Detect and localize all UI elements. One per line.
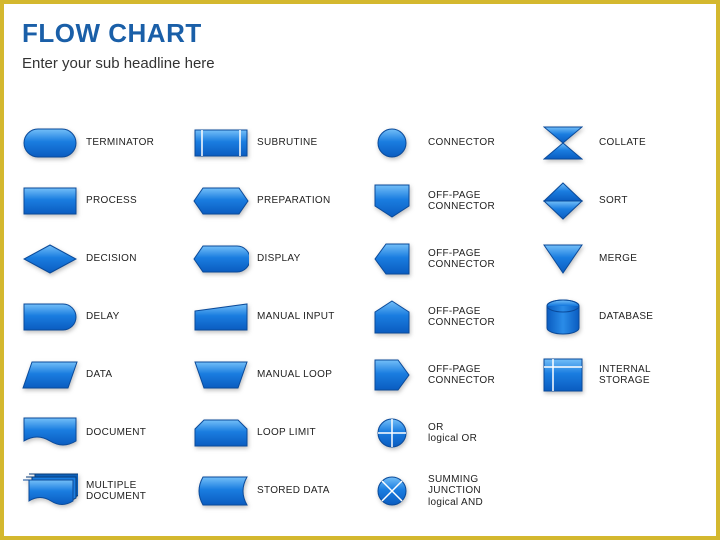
shape-grid: TERMINATOR SUBRUTINE CONNECTOR COLLATE PROCE… — [22, 120, 698, 514]
document-icon — [22, 415, 78, 451]
shape-label: DOCUMENT — [86, 427, 146, 439]
shape-cell: COLLATE — [535, 120, 698, 166]
shape-cell: SUMMING JUNCTION logical AND — [364, 468, 527, 514]
shape-label: MERGE — [599, 253, 637, 265]
shape-cell: OFF-PAGE CONNECTOR — [364, 294, 527, 340]
shape-cell: MULTIPLE DOCUMENT — [22, 468, 185, 514]
shape-cell — [535, 468, 698, 514]
shape-cell: DATABASE — [535, 294, 698, 340]
shape-label: DECISION — [86, 253, 137, 265]
shape-cell: STORED DATA — [193, 468, 356, 514]
shape-cell: DECISION — [22, 236, 185, 282]
shape-cell — [535, 410, 698, 456]
database-icon — [535, 299, 591, 335]
shape-cell: MANUAL LOOP — [193, 352, 356, 398]
subroutine-icon — [193, 125, 249, 161]
shape-label: COLLATE — [599, 137, 646, 149]
shape-cell: CONNECTOR — [364, 120, 527, 166]
sumjunction-icon — [364, 473, 420, 509]
shape-cell: DELAY — [22, 294, 185, 340]
connector-icon — [364, 125, 420, 161]
shape-cell: SORT — [535, 178, 698, 224]
shape-label: INTERNAL STORAGE — [599, 364, 698, 387]
offpage-up-icon — [364, 299, 420, 335]
offpage-left-icon — [364, 241, 420, 277]
shape-cell: SUBRUTINE — [193, 120, 356, 166]
shape-label: TERMINATOR — [86, 137, 154, 149]
shape-label: OFF-PAGE CONNECTOR — [428, 306, 527, 329]
manualinput-icon — [193, 299, 249, 335]
shape-cell: LOOP LIMIT — [193, 410, 356, 456]
shape-label: SUMMING JUNCTION logical AND — [428, 474, 527, 509]
shape-cell: DOCUMENT — [22, 410, 185, 456]
shape-label: DATABASE — [599, 311, 653, 323]
delay-icon — [22, 299, 78, 335]
data-icon — [22, 357, 78, 393]
shape-cell: PREPARATION — [193, 178, 356, 224]
shape-cell: MERGE — [535, 236, 698, 282]
looplimit-icon — [193, 415, 249, 451]
page-title: FLOW CHART — [22, 18, 698, 49]
shape-label: MULTIPLE DOCUMENT — [86, 480, 146, 503]
shape-label: SORT — [599, 195, 628, 207]
preparation-icon — [193, 183, 249, 219]
terminator-icon — [22, 125, 78, 161]
shape-label: OR logical OR — [428, 422, 477, 445]
shape-label: MANUAL LOOP — [257, 369, 332, 381]
shape-label: OFF-PAGE CONNECTOR — [428, 190, 527, 213]
shape-label: PREPARATION — [257, 195, 331, 207]
shape-label: MANUAL INPUT — [257, 311, 335, 323]
shape-label: PROCESS — [86, 195, 137, 207]
merge-icon — [535, 241, 591, 277]
storeddata-icon — [193, 473, 249, 509]
shape-label: OFF-PAGE CONNECTOR — [428, 364, 527, 387]
or-icon — [364, 415, 420, 451]
shape-label: OFF-PAGE CONNECTOR — [428, 248, 527, 271]
shape-cell: TERMINATOR — [22, 120, 185, 166]
shape-cell: PROCESS — [22, 178, 185, 224]
shape-label: CONNECTOR — [428, 137, 495, 149]
shape-label: DELAY — [86, 311, 120, 323]
collate-icon — [535, 125, 591, 161]
shape-label: DATA — [86, 369, 112, 381]
shape-cell: DISPLAY — [193, 236, 356, 282]
shape-cell: INTERNAL STORAGE — [535, 352, 698, 398]
shape-cell: OFF-PAGE CONNECTOR — [364, 352, 527, 398]
slide: FLOW CHART Enter your sub headline here … — [0, 0, 720, 540]
multidoc-icon — [22, 473, 78, 509]
shape-label: LOOP LIMIT — [257, 427, 316, 439]
process-icon — [22, 183, 78, 219]
page-subtitle: Enter your sub headline here — [22, 55, 698, 72]
shape-label: SUBRUTINE — [257, 137, 317, 149]
manualloop-icon — [193, 357, 249, 393]
sort-icon — [535, 183, 591, 219]
shape-cell: DATA — [22, 352, 185, 398]
shape-cell: OR logical OR — [364, 410, 527, 456]
internalstorage-icon — [535, 357, 591, 393]
shape-label: STORED DATA — [257, 485, 330, 497]
shape-cell: OFF-PAGE CONNECTOR — [364, 236, 527, 282]
shape-cell: MANUAL INPUT — [193, 294, 356, 340]
display-icon — [193, 241, 249, 277]
offpage-right-icon — [364, 357, 420, 393]
shape-label: DISPLAY — [257, 253, 301, 265]
shape-cell: OFF-PAGE CONNECTOR — [364, 178, 527, 224]
decision-icon — [22, 241, 78, 277]
offpage-down-icon — [364, 183, 420, 219]
